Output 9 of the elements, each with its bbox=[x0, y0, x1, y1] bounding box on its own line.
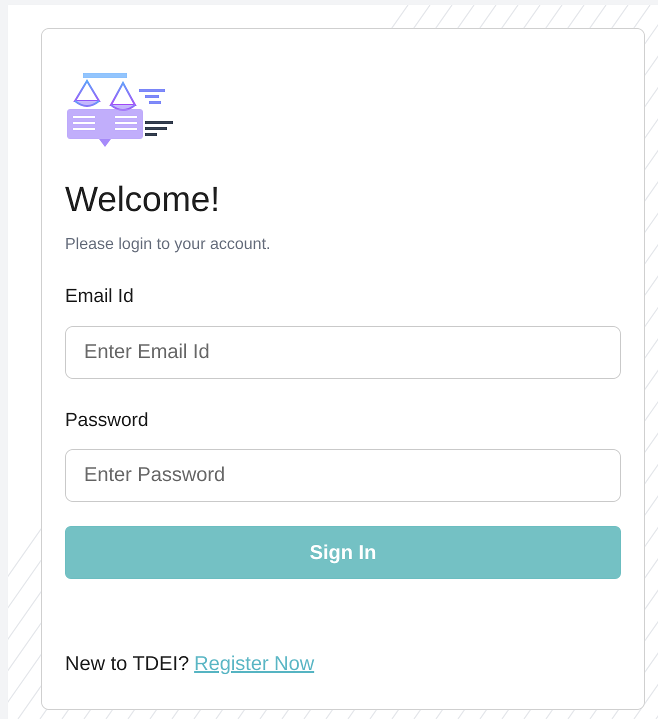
sign-in-button[interactable]: Sign In bbox=[65, 526, 621, 579]
subtitle-text: Please login to your account. bbox=[65, 235, 272, 255]
register-prompt: New to TDEI? bbox=[65, 652, 190, 677]
welcome-heading: Welcome! bbox=[65, 179, 221, 221]
input-field[interactable]: Enter Password bbox=[65, 449, 621, 502]
field-label: Password bbox=[65, 408, 150, 432]
input-field[interactable]: Enter Email Id bbox=[65, 326, 621, 378]
field-label: Email Id bbox=[65, 285, 135, 309]
register-link[interactable]: Register Now bbox=[194, 649, 314, 679]
